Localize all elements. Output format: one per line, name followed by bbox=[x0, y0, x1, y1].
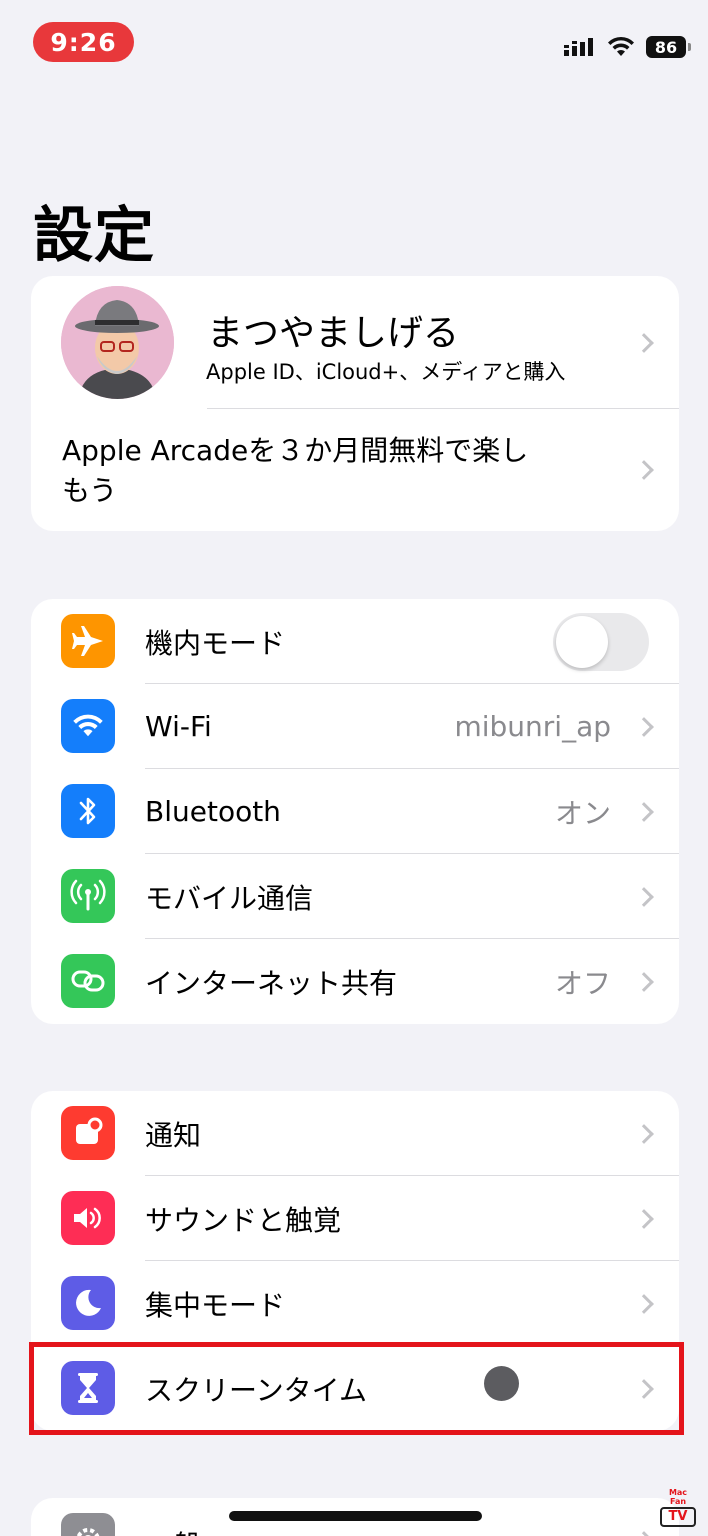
bluetooth-row[interactable]: Bluetooth オン bbox=[31, 769, 679, 854]
battery-indicator: 86 bbox=[646, 36, 691, 58]
cellular-row[interactable]: モバイル通信 bbox=[31, 854, 679, 939]
wifi-network-name: mibunri_ap bbox=[454, 710, 611, 743]
chevron-right-icon bbox=[634, 1530, 654, 1536]
watermark-line1: Mac Fan bbox=[668, 1488, 688, 1506]
chevron-right-icon bbox=[634, 886, 654, 907]
connectivity-group: 機内モード Wi-Fi mibunri_ap Bluetooth オン モバイル… bbox=[31, 599, 679, 1024]
profile-subtitle: Apple ID、iCloud+、メディアと購入 bbox=[206, 360, 566, 384]
wifi-status-icon bbox=[608, 36, 634, 56]
sounds-haptics-label: サウンドと触覚 bbox=[145, 1203, 342, 1237]
chevron-right-icon bbox=[634, 1208, 654, 1229]
profile-name: まつやましげる bbox=[207, 313, 460, 354]
bluetooth-status: オン bbox=[554, 796, 611, 830]
personal-hotspot-row[interactable]: インターネット共有 オフ bbox=[31, 939, 679, 1024]
airplane-icon bbox=[61, 614, 115, 668]
airplane-mode-row: 機内モード bbox=[31, 599, 679, 684]
memoji-avatar bbox=[61, 286, 174, 399]
toggle-knob bbox=[556, 616, 608, 668]
status-time: 9:26 bbox=[33, 22, 134, 62]
chevron-right-icon bbox=[634, 801, 654, 822]
speaker-icon bbox=[61, 1191, 115, 1245]
status-icons: 86 bbox=[564, 36, 691, 58]
home-indicator[interactable] bbox=[229, 1511, 482, 1521]
page-title: 設定 bbox=[33, 201, 155, 271]
cellular-label: モバイル通信 bbox=[145, 881, 314, 915]
gear-icon bbox=[61, 1513, 115, 1536]
antenna-icon bbox=[61, 869, 115, 923]
wifi-label: Wi-Fi bbox=[145, 710, 212, 743]
general-label: 一般 bbox=[145, 1524, 201, 1536]
moon-icon bbox=[61, 1276, 115, 1330]
chevron-right-icon bbox=[634, 460, 654, 480]
focus-label: 集中モード bbox=[145, 1288, 286, 1322]
chevron-right-icon bbox=[634, 1293, 654, 1314]
notifications-label: 通知 bbox=[145, 1118, 202, 1152]
cellular-signal-icon bbox=[564, 38, 593, 56]
airplane-mode-toggle[interactable] bbox=[553, 613, 649, 671]
bluetooth-label: Bluetooth bbox=[145, 795, 281, 828]
apple-arcade-offer-row[interactable]: Apple Arcadeを３か月間無料で楽しもう bbox=[31, 409, 679, 531]
screen-time-highlight-box bbox=[29, 1342, 684, 1435]
hotspot-icon bbox=[61, 954, 115, 1008]
chevron-right-icon bbox=[634, 332, 654, 353]
notifications-row[interactable]: 通知 bbox=[31, 1091, 679, 1176]
bell-icon bbox=[61, 1106, 115, 1160]
airplane-mode-label: 機内モード bbox=[145, 626, 286, 660]
hotspot-label: インターネット共有 bbox=[145, 966, 398, 1000]
watermark-line2: TV bbox=[660, 1507, 696, 1527]
chevron-right-icon bbox=[634, 716, 654, 737]
sounds-haptics-row[interactable]: サウンドと触覚 bbox=[31, 1176, 679, 1261]
bluetooth-icon bbox=[61, 784, 115, 838]
battery-level: 86 bbox=[654, 37, 678, 57]
hotspot-status: オフ bbox=[554, 966, 611, 1000]
touch-indicator bbox=[484, 1366, 519, 1401]
chevron-right-icon bbox=[634, 1123, 654, 1144]
wifi-row[interactable]: Wi-Fi mibunri_ap bbox=[31, 684, 679, 769]
mac-fan-tv-watermark: Mac Fan TV bbox=[660, 1488, 696, 1527]
wifi-icon bbox=[61, 699, 115, 753]
focus-row[interactable]: 集中モード bbox=[31, 1261, 679, 1346]
arcade-offer-text: Apple Arcadeを３か月間無料で楽しもう bbox=[62, 434, 529, 507]
apple-id-row[interactable]: まつやましげる Apple ID、iCloud+、メディアと購入 bbox=[31, 276, 679, 409]
chevron-right-icon bbox=[634, 971, 654, 992]
profile-group: まつやましげる Apple ID、iCloud+、メディアと購入 Apple A… bbox=[31, 276, 679, 531]
